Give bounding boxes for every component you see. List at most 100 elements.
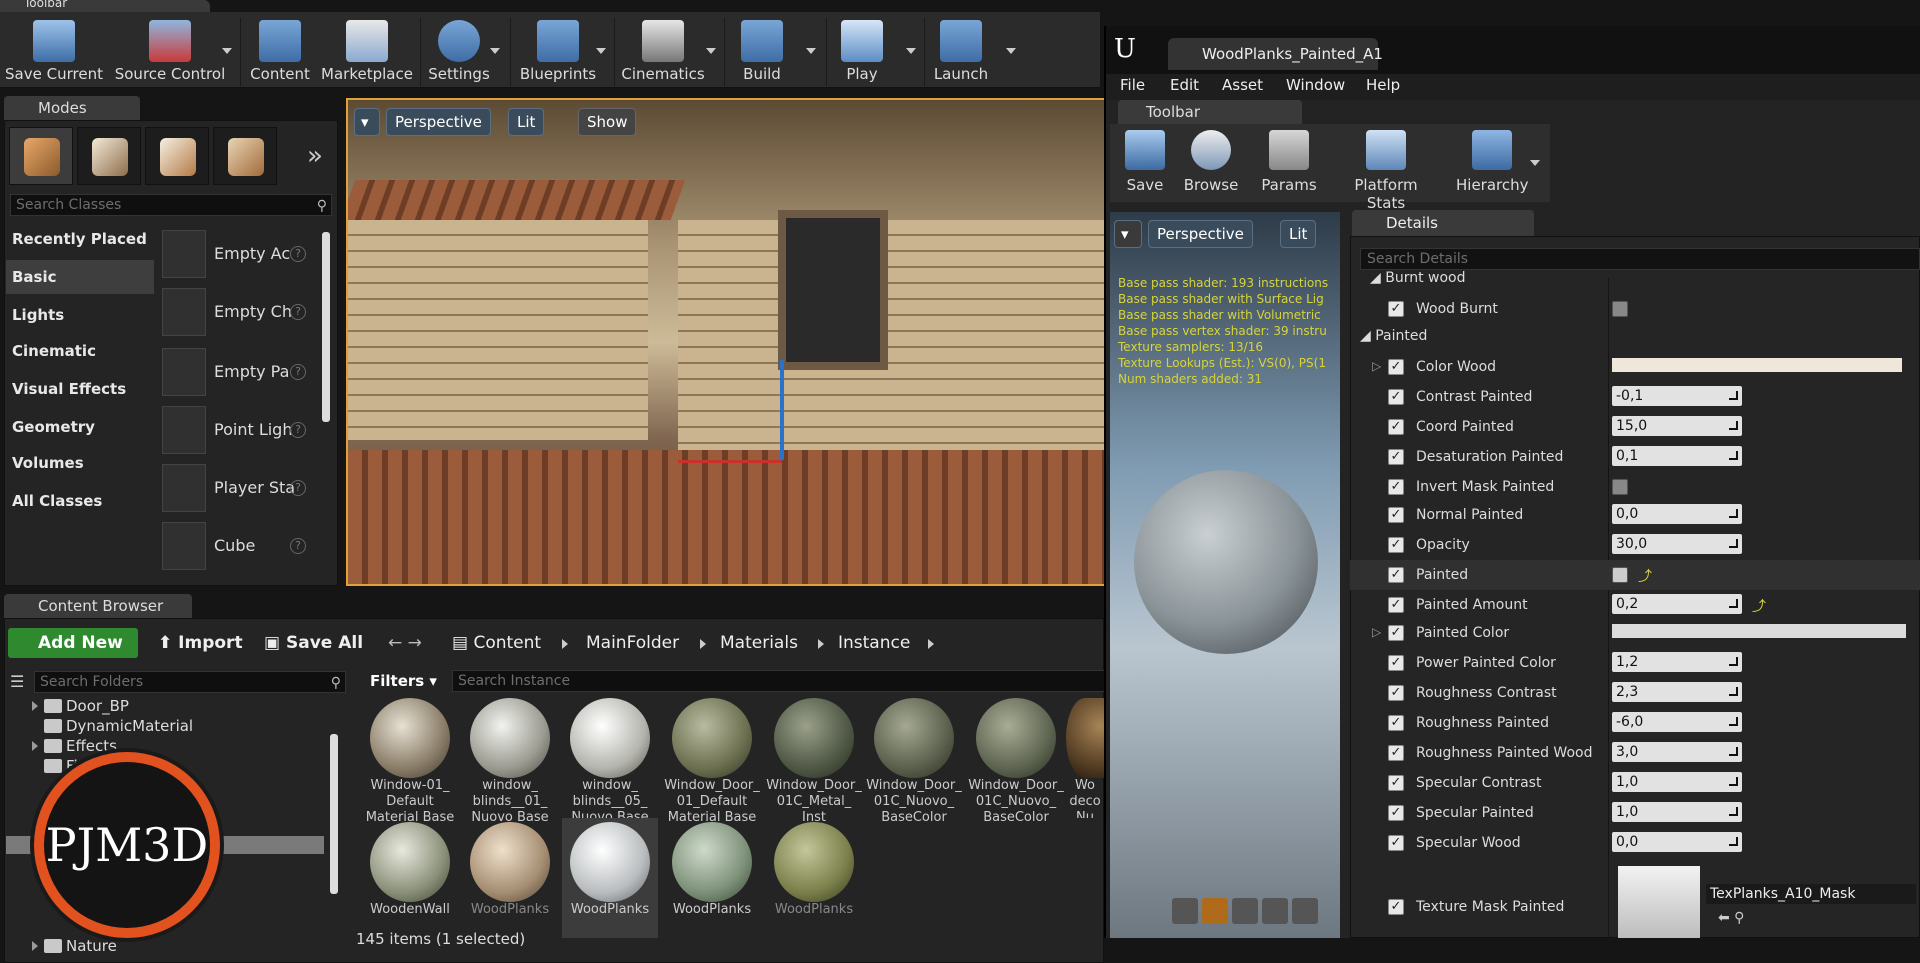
asset-window-door-01-default[interactable]: Window_Door_ 01_Default Material Base xyxy=(664,698,760,825)
search-folders-input[interactable]: Search Folders ⚲ xyxy=(34,671,346,693)
group-burnt-wood[interactable]: ◢ Burnt wood xyxy=(1370,270,1466,286)
value-field[interactable]: 15,0 xyxy=(1612,416,1742,436)
save-button[interactable]: Save xyxy=(1118,130,1172,200)
help-icon[interactable]: ? xyxy=(290,538,306,554)
override-checkbox[interactable]: ✓ xyxy=(1388,359,1404,375)
override-checkbox[interactable]: ✓ xyxy=(1388,775,1404,791)
foliage-mode-button[interactable] xyxy=(213,127,277,185)
build-dropdown[interactable] xyxy=(806,48,816,54)
source-control-button[interactable]: Source Control xyxy=(110,16,230,88)
expand-arrow-icon[interactable]: ▷ xyxy=(1372,359,1381,373)
blueprints-button[interactable]: Blueprints xyxy=(516,16,600,88)
material-editor-tab[interactable]: WoodPlanks_Painted_A1 xyxy=(1168,38,1383,70)
override-checkbox[interactable]: ✓ xyxy=(1388,835,1404,851)
modes-tab[interactable]: Modes xyxy=(4,96,140,120)
menu-edit[interactable]: Edit xyxy=(1170,76,1199,94)
category-cinematic[interactable]: Cinematic xyxy=(6,334,154,368)
cinematics-dropdown[interactable] xyxy=(706,48,716,54)
preview-options-dropdown[interactable]: ▾ xyxy=(1114,220,1142,248)
place-item-empty-character[interactable]: Empty Ch? xyxy=(158,284,316,340)
asset-woodplanks-3[interactable]: WoodPlanks xyxy=(664,822,760,942)
platform-stats-button[interactable]: Platform Stats xyxy=(1334,130,1438,212)
value-checkbox[interactable] xyxy=(1612,301,1628,317)
preview-lit-button[interactable]: Lit xyxy=(1280,220,1317,248)
override-checkbox[interactable]: ✓ xyxy=(1388,899,1404,915)
override-checkbox[interactable]: ✓ xyxy=(1388,685,1404,701)
override-checkbox[interactable]: ✓ xyxy=(1388,625,1404,641)
menu-file[interactable]: File xyxy=(1120,76,1145,94)
value-checkbox[interactable] xyxy=(1612,567,1628,583)
value-field[interactable]: 30,0 xyxy=(1612,534,1742,554)
asset-window-door-01c-nuovo[interactable]: Window_Door_ 01C_Nuovo_ BaseColor xyxy=(866,698,962,825)
help-icon[interactable]: ? xyxy=(290,364,306,380)
menu-asset[interactable]: Asset xyxy=(1222,76,1263,94)
value-field[interactable]: -6,0 xyxy=(1612,712,1742,732)
asset-woodplanks-selected[interactable]: WoodPlanks xyxy=(562,818,658,938)
toolbar-tab[interactable]: Toolbar xyxy=(0,0,210,12)
folder-effects[interactable]: Effects xyxy=(32,736,117,756)
place-item-empty-pawn[interactable]: Empty Pa? xyxy=(158,344,316,400)
category-geometry[interactable]: Geometry xyxy=(6,410,154,444)
level-viewport[interactable]: ▾ Perspective Lit Show xyxy=(346,98,1106,586)
category-recently-placed[interactable]: Recently Placed xyxy=(6,222,154,256)
category-volumes[interactable]: Volumes xyxy=(6,446,154,480)
back-arrow-icon[interactable]: ← → xyxy=(388,628,422,658)
paint-mode-button[interactable] xyxy=(77,127,141,185)
reset-arrow-icon[interactable]: ⤴ xyxy=(1752,596,1766,616)
override-checkbox[interactable]: ✓ xyxy=(1388,507,1404,523)
teapot-icon[interactable] xyxy=(1292,898,1318,924)
gizmo-x-axis[interactable] xyxy=(678,460,782,463)
launch-button[interactable]: Launch xyxy=(928,16,994,88)
blueprints-dropdown[interactable] xyxy=(596,48,606,54)
cylinder-icon[interactable] xyxy=(1172,898,1198,924)
expand-arrow-icon[interactable] xyxy=(32,941,38,951)
asset-woodenwall[interactable]: WoodenWall xyxy=(362,822,458,942)
search-classes-input[interactable]: Search Classes ⚲ xyxy=(10,194,332,216)
texture-thumbnail[interactable] xyxy=(1618,866,1700,938)
breadcrumb-separator[interactable] xyxy=(562,639,568,649)
value-field[interactable]: 0,2 xyxy=(1612,594,1742,614)
menu-help[interactable]: Help xyxy=(1366,76,1400,94)
value-field[interactable]: 0,1 xyxy=(1612,446,1742,466)
settings-button[interactable]: Settings xyxy=(424,16,494,88)
place-item-point-light[interactable]: Point Ligh? xyxy=(158,402,316,458)
hierarchy-button[interactable]: Hierarchy xyxy=(1456,130,1529,200)
save-current-button[interactable]: Save Current xyxy=(4,16,104,88)
hierarchy-dropdown[interactable] xyxy=(1530,160,1540,166)
category-visual-effects[interactable]: Visual Effects xyxy=(6,372,154,406)
value-field[interactable]: 0,0 xyxy=(1612,504,1742,524)
plane-icon[interactable] xyxy=(1232,898,1258,924)
category-all-classes[interactable]: All Classes xyxy=(6,484,154,518)
asset-wo-deco[interactable]: Wo deco Nu xyxy=(1066,698,1104,818)
source-control-dropdown[interactable] xyxy=(222,48,232,54)
content-button[interactable]: Content xyxy=(246,16,314,88)
category-lights[interactable]: Lights xyxy=(6,298,154,332)
breadcrumb-instance[interactable]: Instance xyxy=(838,628,910,658)
cinematics-button[interactable]: Cinematics xyxy=(618,16,708,88)
override-checkbox[interactable]: ✓ xyxy=(1388,389,1404,405)
asset-window-blinds-01[interactable]: window_ blinds__01_ Nuovo Base xyxy=(462,698,558,825)
preview-perspective-button[interactable]: Perspective xyxy=(1148,220,1253,248)
color-swatch[interactable] xyxy=(1612,358,1902,372)
override-checkbox[interactable]: ✓ xyxy=(1388,449,1404,465)
settings-dropdown[interactable] xyxy=(490,48,500,54)
filters-button[interactable]: Filters ▾ xyxy=(364,669,444,693)
breadcrumb-materials[interactable]: Materials xyxy=(720,628,798,658)
details-tab[interactable]: Details xyxy=(1352,210,1534,236)
asset-window-door-01c-metal[interactable]: Window_Door_ 01C_Metal_ Inst xyxy=(766,698,862,825)
expand-arrow-icon[interactable]: ▷ xyxy=(1372,625,1381,639)
add-new-button[interactable]: Add New xyxy=(8,628,138,658)
help-icon[interactable]: ? xyxy=(290,422,306,438)
group-painted[interactable]: ◢ Painted xyxy=(1360,328,1427,344)
value-field[interactable]: 3,0 xyxy=(1612,742,1742,762)
expand-icon[interactable]: » xyxy=(307,141,323,171)
place-item-cube[interactable]: Cube? xyxy=(158,518,316,574)
place-mode-button[interactable] xyxy=(9,127,73,185)
content-browser-tab[interactable]: Content Browser xyxy=(4,594,192,618)
cube-icon[interactable] xyxy=(1262,898,1288,924)
sources-toggle-icon[interactable]: ☰ xyxy=(10,672,30,692)
import-button[interactable]: ⬆ Import xyxy=(158,628,243,658)
value-field[interactable]: 0,0 xyxy=(1612,832,1742,852)
lit-button[interactable]: Lit xyxy=(508,108,545,136)
scrollbar[interactable] xyxy=(330,734,338,894)
